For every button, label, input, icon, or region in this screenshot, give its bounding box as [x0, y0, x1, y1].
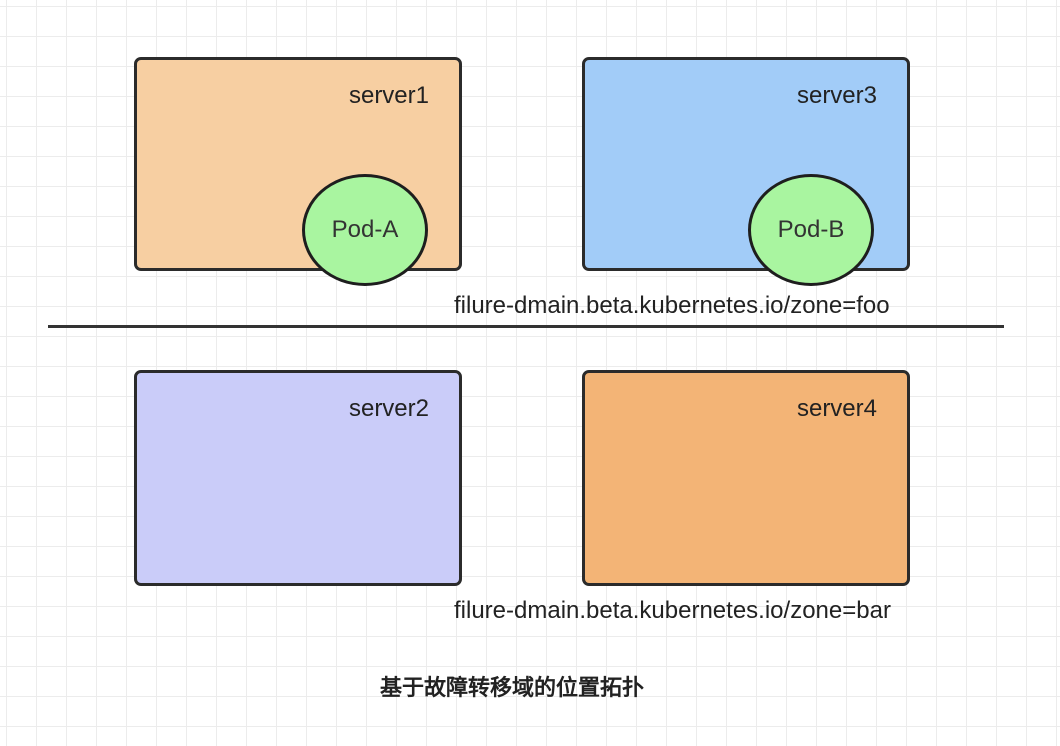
server4-box: server4 [582, 370, 910, 586]
pod-b-node: Pod-B [748, 174, 874, 286]
pod-a-node: Pod-A [302, 174, 428, 286]
zone-bar-label: filure-dmain.beta.kubernetes.io/zone=bar [454, 597, 891, 624]
pod-a-label: Pod-A [331, 216, 399, 243]
zone-divider [48, 325, 1004, 328]
pod-b-label: Pod-B [777, 216, 845, 243]
server1-label: server1 [348, 82, 429, 109]
server2-label: server2 [348, 395, 429, 422]
server2-box: server2 [134, 370, 462, 586]
server4-label: server4 [796, 395, 877, 422]
server3-label: server3 [796, 82, 877, 109]
zone-foo-label: filure-dmain.beta.kubernetes.io/zone=foo [454, 292, 890, 319]
diagram-caption: 基于故障转移域的位置拓扑 [380, 676, 645, 701]
